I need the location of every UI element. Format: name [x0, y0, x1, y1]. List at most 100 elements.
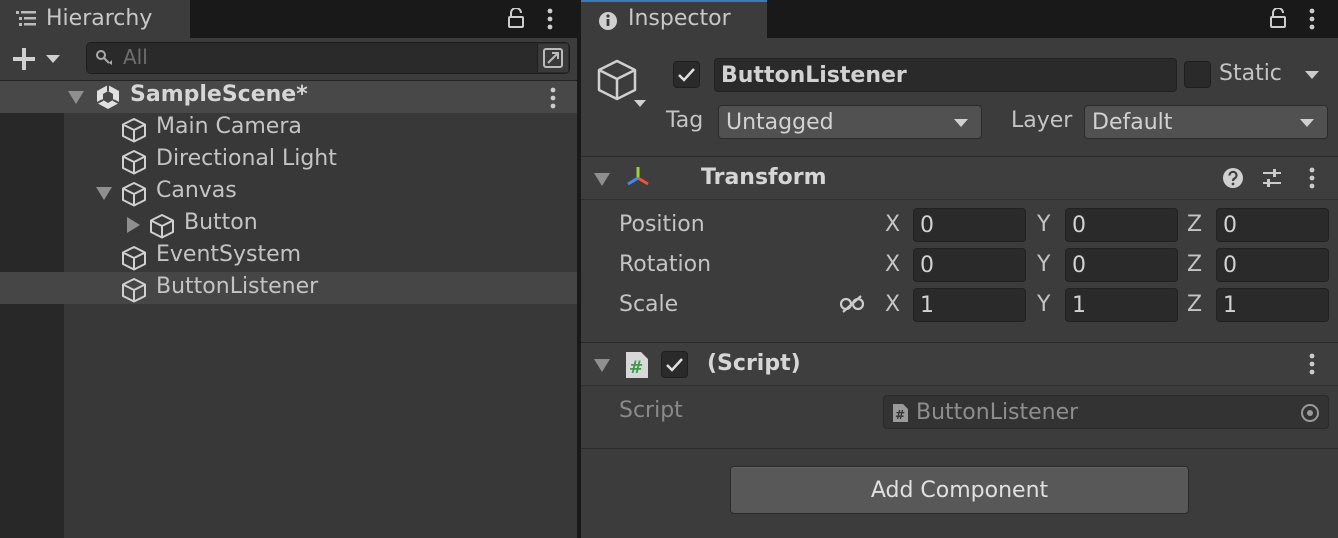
tag-dropdown[interactable]: Untagged: [718, 105, 982, 139]
hierarchy-item-directional-light[interactable]: Directional Light: [64, 145, 577, 177]
hierarchy-item-canvas[interactable]: Canvas: [64, 177, 577, 209]
axis-y-label[interactable]: Y: [1037, 212, 1050, 237]
position-z-field[interactable]: 0: [1216, 208, 1329, 242]
hierarchy-item-label: ButtonListener: [156, 274, 319, 299]
presets-icon[interactable]: [1261, 167, 1283, 189]
axis-y-label[interactable]: Y: [1037, 252, 1050, 277]
object-name-input[interactable]: ButtonListener: [714, 58, 1177, 92]
transform-icon: [624, 165, 652, 191]
component-more-icon[interactable]: [1309, 167, 1315, 189]
axis-z-label[interactable]: Z: [1187, 252, 1202, 277]
component-more-icon[interactable]: [1309, 353, 1315, 375]
hierarchy-gutter: [0, 81, 64, 538]
layer-dropdown[interactable]: Default: [1084, 105, 1328, 139]
gameobject-cube-icon: [121, 277, 147, 303]
scene-more-icon[interactable]: [550, 87, 556, 109]
script-object-field[interactable]: # ButtonListener: [883, 395, 1329, 429]
axis-x-label[interactable]: X: [885, 292, 900, 317]
hierarchy-item-label: EventSystem: [156, 242, 302, 267]
more-options-icon[interactable]: [547, 8, 553, 30]
script-enabled-checkbox[interactable]: [661, 351, 688, 378]
hierarchy-item-label: Main Camera: [156, 114, 302, 139]
static-checkbox[interactable]: [1184, 61, 1211, 88]
inspector-tab[interactable]: Inspector: [581, 0, 767, 38]
gameobject-cube-icon: [121, 117, 147, 143]
lock-icon[interactable]: [1269, 8, 1287, 28]
gameobject-cube-icon: [121, 181, 147, 207]
script-file-icon: #: [625, 351, 649, 379]
transform-header[interactable]: Transform: [581, 156, 1338, 200]
foldout-expanded-icon[interactable]: [593, 357, 611, 373]
search-input[interactable]: All: [86, 42, 570, 74]
inspector-tab-label: Inspector: [628, 6, 731, 31]
position-x-field[interactable]: 0: [913, 208, 1026, 242]
scale-label[interactable]: Scale: [619, 292, 678, 317]
add-dropdown-button[interactable]: [12, 46, 64, 72]
search-icon: [95, 49, 115, 67]
hierarchy-toolbar: All: [0, 38, 577, 81]
gameobject-cube-icon: [121, 245, 147, 271]
script-field-value: ButtonListener: [916, 399, 1079, 425]
search-placeholder: All: [123, 45, 148, 69]
hierarchy-item-button[interactable]: Button: [64, 209, 577, 241]
scale-row: Scale X 1 Y 1 Z 1: [581, 285, 1338, 325]
script-field-label: Script: [619, 398, 683, 423]
transform-title: Transform: [701, 165, 827, 190]
scene-search-toggle-icon[interactable]: [537, 44, 568, 72]
axis-x-label[interactable]: X: [885, 212, 900, 237]
script-component-header[interactable]: # (Script): [581, 342, 1338, 386]
hierarchy-item-eventsystem[interactable]: EventSystem: [64, 241, 577, 273]
tag-value: Untagged: [726, 109, 834, 135]
script-component-title: (Script): [707, 351, 801, 376]
static-dropdown-icon[interactable]: [1304, 69, 1320, 81]
gameobject-cube-icon: [149, 213, 175, 239]
rotation-y-field[interactable]: 0: [1065, 248, 1178, 282]
active-checkbox[interactable]: [673, 61, 700, 88]
rotation-label[interactable]: Rotation: [619, 252, 711, 277]
hierarchy-item-label: Directional Light: [156, 146, 337, 171]
static-label: Static: [1219, 61, 1282, 86]
svg-text:#: #: [629, 358, 643, 378]
scale-z-field[interactable]: 1: [1216, 288, 1329, 322]
rotation-x-field[interactable]: 0: [913, 248, 1026, 282]
rotation-z-field[interactable]: 0: [1216, 248, 1329, 282]
foldout-expanded-icon[interactable]: [67, 89, 85, 105]
axis-x-label[interactable]: X: [885, 252, 900, 277]
hierarchy-item-buttonlistener[interactable]: ButtonListener: [0, 272, 577, 304]
rotation-row: Rotation X 0 Y 0 Z 0: [581, 245, 1338, 285]
scale-x-field[interactable]: 1: [913, 288, 1026, 322]
position-label[interactable]: Position: [619, 212, 705, 237]
unity-scene-icon: [95, 84, 121, 110]
gameobject-icon[interactable]: [595, 58, 647, 112]
hierarchy-item-label: Canvas: [156, 178, 237, 203]
layer-label: Layer: [1011, 108, 1073, 133]
position-y-field[interactable]: 0: [1065, 208, 1178, 242]
hierarchy-tab[interactable]: Hierarchy: [0, 0, 190, 38]
axis-z-label[interactable]: Z: [1187, 212, 1202, 237]
scene-name: SampleScene*: [130, 82, 308, 107]
axis-y-label[interactable]: Y: [1037, 292, 1050, 317]
more-options-icon[interactable]: [1309, 8, 1315, 30]
inspector-panel: Inspector ButtonListener Static Tag Unta…: [581, 0, 1338, 538]
chevron-down-icon: [1299, 118, 1315, 128]
hierarchy-panel: Hierarchy All SampleScene* Main Camera D…: [0, 0, 577, 538]
object-picker-icon[interactable]: [1300, 403, 1320, 423]
list-icon: [16, 10, 36, 28]
foldout-expanded-icon[interactable]: [95, 185, 113, 201]
help-icon[interactable]: [1222, 167, 1244, 189]
foldout-expanded-icon[interactable]: [593, 171, 611, 187]
gameobject-cube-icon: [121, 149, 147, 175]
svg-text:#: #: [895, 408, 905, 422]
axis-z-label[interactable]: Z: [1187, 292, 1202, 317]
add-component-button[interactable]: Add Component: [730, 466, 1189, 514]
hierarchy-item-main-camera[interactable]: Main Camera: [64, 113, 577, 145]
section-divider: [581, 448, 1338, 449]
constrain-proportions-icon[interactable]: [839, 294, 865, 314]
foldout-collapsed-icon[interactable]: [125, 216, 141, 234]
lock-icon[interactable]: [507, 8, 525, 28]
script-file-icon: #: [892, 403, 909, 423]
scene-row[interactable]: SampleScene*: [0, 81, 577, 113]
info-icon: [598, 11, 618, 31]
position-row: Position X 0 Y 0 Z 0: [581, 205, 1338, 245]
scale-y-field[interactable]: 1: [1065, 288, 1178, 322]
